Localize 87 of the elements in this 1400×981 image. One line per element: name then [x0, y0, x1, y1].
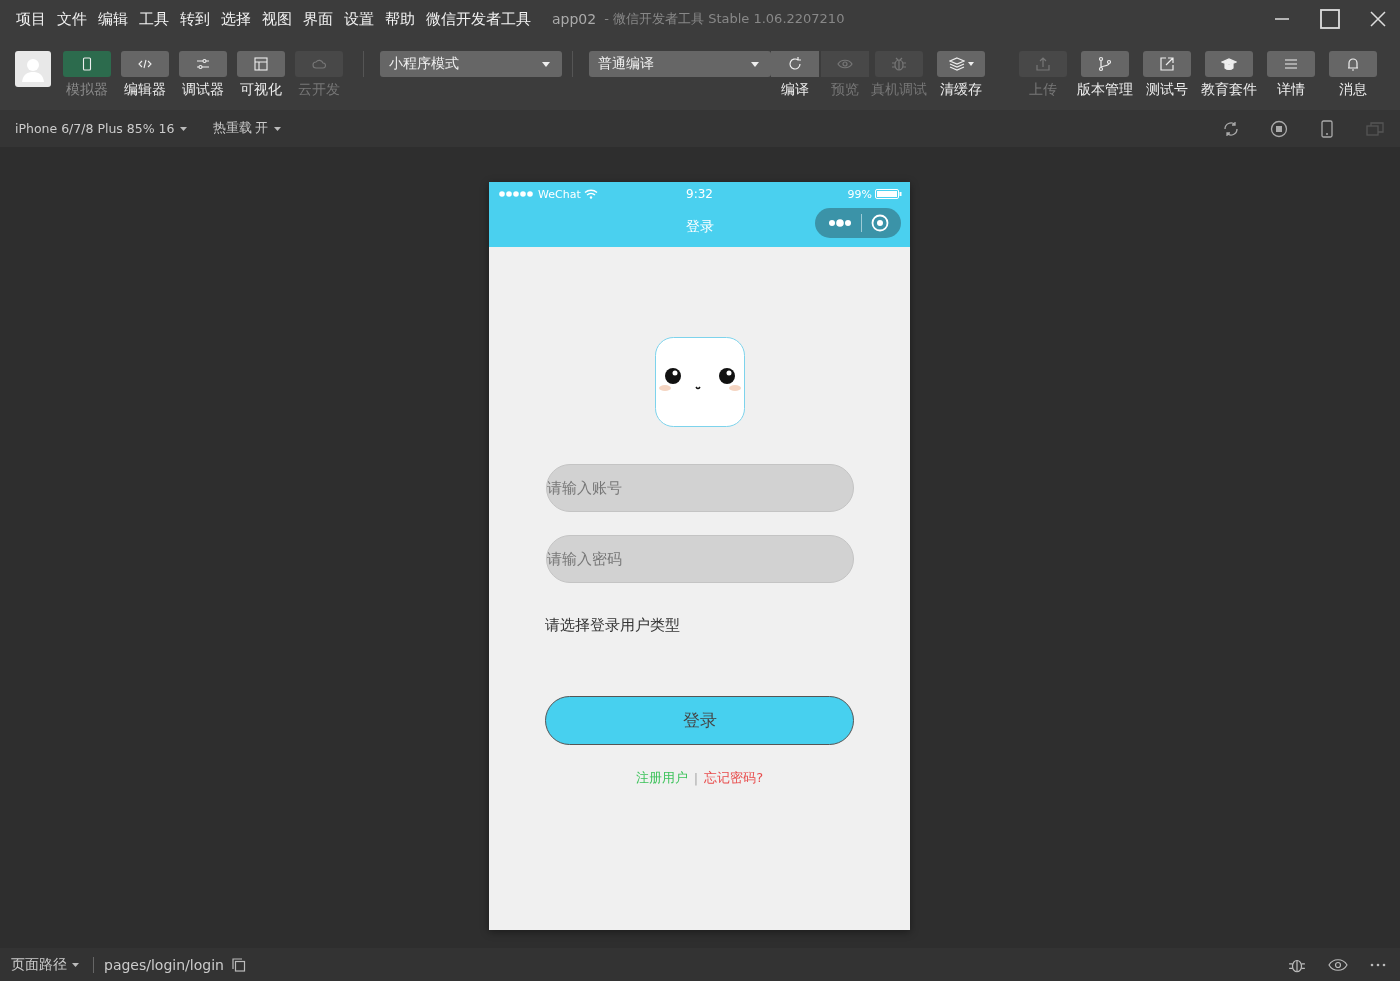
- record-icon[interactable]: [870, 214, 889, 232]
- carrier-label: WeChat: [538, 187, 581, 201]
- menu-item[interactable]: 编辑: [98, 9, 128, 29]
- page-path: pages/login/login: [104, 956, 224, 973]
- menu-item[interactable]: 转到: [180, 9, 210, 29]
- sliders-button[interactable]: [179, 51, 227, 77]
- bell-button[interactable]: [1329, 51, 1377, 77]
- menu-item[interactable]: 视图: [262, 9, 292, 29]
- wifi-icon: [583, 189, 598, 199]
- menu-item[interactable]: 选择: [221, 9, 251, 29]
- phone-button[interactable]: [63, 51, 111, 77]
- compile-select[interactable]: 普通编译: [589, 51, 771, 77]
- copy-icon[interactable]: [231, 957, 246, 972]
- layout-button[interactable]: [237, 51, 285, 77]
- logo-icon: [654, 337, 745, 427]
- more-icon[interactable]: [827, 219, 852, 227]
- menu-item[interactable]: 工具: [139, 9, 169, 29]
- cloud-icon: [312, 57, 326, 71]
- code-button[interactable]: [121, 51, 169, 77]
- menu-item[interactable]: 帮助: [385, 9, 415, 29]
- window-title: app02: [552, 11, 597, 27]
- eye-icon[interactable]: [1328, 957, 1348, 972]
- caret-icon: [179, 126, 187, 131]
- device-select[interactable]: iPhone 6/7/8 Plus 85% 16: [15, 121, 187, 136]
- caret-icon: [273, 126, 281, 131]
- capsule-menu[interactable]: [815, 208, 901, 238]
- menu-icon: [1283, 56, 1299, 72]
- battery-percent: 99%: [847, 187, 872, 201]
- phone-icon: [80, 57, 94, 71]
- more-icon[interactable]: [1370, 962, 1386, 967]
- signal-icon: [499, 191, 535, 197]
- layers-icon: [948, 56, 965, 72]
- user-type-label: 请选择登录用户类型: [545, 616, 680, 635]
- page-title: 登录: [685, 217, 714, 236]
- branch-button[interactable]: [1081, 51, 1129, 77]
- tool-label: 模拟器: [66, 81, 108, 99]
- input-field[interactable]: 请输入账号: [545, 464, 854, 512]
- phone-icon[interactable]: [1318, 119, 1336, 138]
- menu-item[interactable]: 项目: [16, 9, 46, 29]
- refresh-icon[interactable]: [1222, 119, 1240, 138]
- bell-icon: [1345, 56, 1361, 72]
- page-path-select[interactable]: 页面路径: [11, 955, 79, 974]
- tool-label: 真机调试: [871, 81, 927, 99]
- external-link-icon: [1159, 56, 1175, 72]
- tool-label: 清缓存: [940, 81, 982, 99]
- stop-icon[interactable]: [1270, 119, 1288, 138]
- tool-label: 教育套件: [1201, 81, 1257, 99]
- tool-label: 编译: [781, 81, 809, 99]
- branch-icon: [1097, 56, 1113, 72]
- refresh-icon: [787, 56, 803, 72]
- bug-icon: [891, 56, 907, 72]
- tool-label: 调试器: [182, 81, 224, 99]
- tool-label: 编辑器: [124, 81, 166, 99]
- menu-item[interactable]: 微信开发者工具: [426, 9, 531, 29]
- link-separator: |: [693, 770, 699, 786]
- tool-label: 版本管理: [1077, 81, 1133, 99]
- graduation-cap-button[interactable]: [1205, 51, 1253, 77]
- mode-select[interactable]: 小程序模式: [380, 51, 562, 77]
- tool-label: 预览: [831, 81, 859, 99]
- login-button[interactable]: 登录: [545, 696, 854, 745]
- caret-icon: [72, 962, 79, 967]
- menu-item[interactable]: 界面: [303, 9, 333, 29]
- input-field[interactable]: 请输入密码: [545, 535, 854, 583]
- window-subtitle: - 微信开发者工具 Stable 1.06.2207210: [604, 10, 845, 28]
- layout-icon: [254, 57, 268, 71]
- sliders-icon: [196, 57, 210, 71]
- menu-item[interactable]: 文件: [57, 9, 87, 29]
- menu-item[interactable]: 设置: [344, 9, 374, 29]
- battery-icon: [875, 189, 902, 199]
- code-icon: [138, 57, 152, 71]
- upload-icon: [1035, 56, 1051, 72]
- graduation-cap-icon: [1221, 56, 1237, 72]
- close-icon[interactable]: [1370, 11, 1386, 27]
- maximize-icon[interactable]: [1320, 9, 1340, 29]
- layers-button[interactable]: [937, 51, 985, 77]
- tool-label: 详情: [1277, 81, 1305, 99]
- caret-icon: [751, 61, 759, 67]
- clock-time: 9:32: [686, 187, 713, 201]
- tool-label: 测试号: [1146, 81, 1188, 99]
- hot-reload-select[interactable]: 热重载 开: [212, 120, 281, 137]
- tool-label: 消息: [1339, 81, 1367, 99]
- caret-icon: [967, 62, 974, 66]
- caret-icon: [542, 61, 550, 67]
- tool-label: 可视化: [240, 81, 282, 99]
- refresh-button[interactable]: [771, 51, 819, 77]
- external-link-button[interactable]: [1143, 51, 1191, 77]
- menu-button[interactable]: [1267, 51, 1315, 77]
